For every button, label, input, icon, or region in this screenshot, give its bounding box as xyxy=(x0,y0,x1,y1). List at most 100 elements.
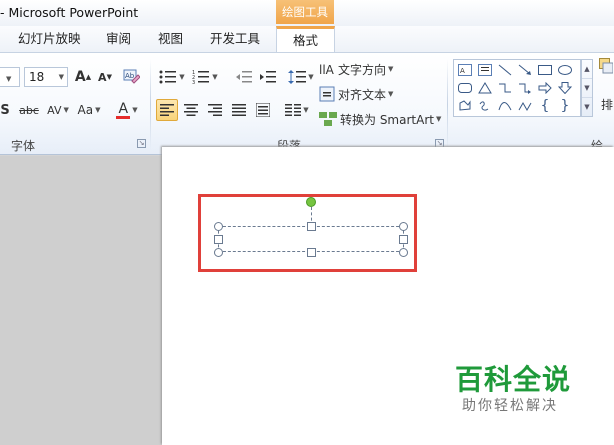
align-text-button[interactable]: 对齐文本 ▼ xyxy=(318,83,400,105)
caret-up-icon: ▲ xyxy=(85,73,92,81)
tab-view[interactable]: 视图 xyxy=(158,30,183,52)
clear-formatting-button[interactable]: Ab xyxy=(120,66,142,88)
chevron-down-icon: ▼ xyxy=(388,90,394,98)
align-center-icon xyxy=(184,104,198,116)
resize-handle-top-right[interactable] xyxy=(399,222,408,231)
tab-format[interactable]: 格式 xyxy=(276,26,336,53)
font-color-icon: A xyxy=(116,102,131,119)
align-left-button[interactable] xyxy=(156,99,178,121)
resize-handle-bottom[interactable] xyxy=(307,248,316,257)
rounded-rectangle-shape-icon[interactable] xyxy=(456,80,474,96)
scroll-up-icon[interactable]: ▲ xyxy=(582,60,592,79)
columns-button[interactable]: ▼ xyxy=(283,99,311,121)
distributed-icon xyxy=(256,103,270,117)
tab-developer[interactable]: 开发工具 xyxy=(210,30,260,52)
shadow-button[interactable]: S xyxy=(0,99,12,121)
right-arrow-shape-icon[interactable] xyxy=(536,80,554,96)
elbow-connector-shape-icon[interactable] xyxy=(496,80,514,96)
vertical-textbox-shape-icon[interactable] xyxy=(476,62,494,78)
convert-to-smartart-button[interactable]: 转换为 SmartArt ▼ xyxy=(318,108,444,130)
curve-shape-icon[interactable] xyxy=(496,98,514,114)
ribbon: ▼ 18 ▼ A ▲ A ▼ Ab S abc AV ▼ Aa ▼ A ▼ 字体 ↘ ▼… xyxy=(0,52,614,170)
shapes-gallery[interactable]: A { } xyxy=(453,59,581,117)
arrange-label: 排 xyxy=(601,97,614,112)
font-dialog-launcher[interactable]: ↘ xyxy=(137,139,146,148)
font-color-button[interactable]: A ▼ xyxy=(112,99,142,121)
freeform-shape-icon[interactable] xyxy=(456,98,474,114)
line-spacing-button[interactable]: ▼ xyxy=(287,66,315,88)
text-direction-icon: llA xyxy=(319,63,335,77)
right-brace-shape-icon[interactable]: } xyxy=(556,98,574,114)
watermark-tagline: 助你轻松解决 xyxy=(462,398,558,414)
arrow-line-shape-icon[interactable] xyxy=(516,62,534,78)
font-size-value: 18 xyxy=(29,70,45,84)
elbow-arrow-connector-shape-icon[interactable] xyxy=(516,80,534,96)
strikethrough-button[interactable]: abc xyxy=(16,99,42,121)
columns-icon xyxy=(285,104,302,116)
chevron-down-icon: ▼ xyxy=(308,73,314,81)
align-text-icon xyxy=(319,86,335,102)
shapes-gallery-scroll[interactable]: ▲ ▼ ▼ xyxy=(581,59,593,117)
resize-handle-top[interactable] xyxy=(307,222,316,231)
scribble-shape-icon[interactable] xyxy=(476,98,494,114)
align-right-button[interactable] xyxy=(204,99,226,121)
svg-text:llA: llA xyxy=(319,63,335,77)
group-divider xyxy=(447,59,448,151)
smartart-icon xyxy=(319,112,337,126)
arrange-button[interactable]: 排 xyxy=(600,93,614,115)
text-direction-button[interactable]: llA 文字方向 ▼ xyxy=(318,58,400,80)
svg-text:A: A xyxy=(460,67,465,75)
triangle-shape-icon[interactable] xyxy=(476,80,494,96)
arrange-shapes-icon xyxy=(599,58,613,74)
watermark-logo-text: 百科全说 xyxy=(455,363,572,396)
text-direction-label: 文字方向 xyxy=(338,62,387,77)
change-case-label: Aa xyxy=(77,103,94,117)
resize-handle-bottom-left[interactable] xyxy=(214,248,223,257)
decrease-indent-button[interactable] xyxy=(233,66,255,88)
arc-shape-icon[interactable] xyxy=(516,98,534,114)
line-shape-icon[interactable] xyxy=(496,62,514,78)
chevron-down-icon: ▼ xyxy=(388,65,394,73)
font-name-dropdown[interactable]: ▼ xyxy=(0,67,20,87)
rectangle-shape-icon[interactable] xyxy=(536,62,554,78)
bullets-button[interactable]: ▼ xyxy=(157,66,187,88)
justify-button[interactable] xyxy=(228,99,250,121)
textbox-shape-icon[interactable]: A xyxy=(456,62,474,78)
numbering-button[interactable]: 1 2 3 ▼ xyxy=(190,66,220,88)
font-color-bar xyxy=(116,115,131,119)
character-spacing-button[interactable]: AV ▼ xyxy=(44,99,72,121)
change-case-button[interactable]: Aa ▼ xyxy=(74,99,104,121)
arrange-icon[interactable] xyxy=(598,57,614,75)
oval-shape-icon[interactable] xyxy=(556,62,574,78)
down-arrow-shape-icon[interactable] xyxy=(556,80,574,96)
font-size-dropdown[interactable]: 18 ▼ xyxy=(24,67,68,87)
resize-handle-bottom-right[interactable] xyxy=(399,248,408,257)
svg-text:Ab: Ab xyxy=(125,72,135,80)
char-spacing-label: AV xyxy=(47,103,62,117)
shrink-font-button[interactable]: A ▼ xyxy=(95,66,115,88)
align-left-icon xyxy=(160,104,174,116)
chevron-down-icon: ▼ xyxy=(58,73,64,81)
chevron-down-icon: ▼ xyxy=(6,75,12,83)
resize-handle-right[interactable] xyxy=(399,235,408,244)
scroll-down-icon[interactable]: ▼ xyxy=(582,79,592,98)
tab-slideshow[interactable]: 幻灯片放映 xyxy=(18,30,81,52)
gallery-more-icon[interactable]: ▼ xyxy=(582,98,592,117)
left-brace-shape-icon[interactable]: { xyxy=(536,98,554,114)
ribbon-tabs: 幻灯片放映 审阅 视图 开发工具 格式 xyxy=(0,26,614,53)
shrink-font-icon: A xyxy=(98,70,107,84)
numbering-icon: 123 xyxy=(192,70,210,84)
distributed-button[interactable] xyxy=(252,99,274,121)
caret-down-icon: ▼ xyxy=(106,73,112,81)
tab-review[interactable]: 审阅 xyxy=(106,30,131,52)
grow-font-button[interactable]: A ▲ xyxy=(72,66,94,88)
rotate-handle[interactable] xyxy=(306,197,316,207)
align-center-button[interactable] xyxy=(180,99,202,121)
resize-handle-left[interactable] xyxy=(214,235,223,244)
increase-indent-button[interactable] xyxy=(257,66,279,88)
group-divider xyxy=(150,59,151,151)
justify-icon xyxy=(232,104,246,116)
grow-font-icon: A xyxy=(74,69,86,85)
resize-handle-top-left[interactable] xyxy=(214,222,223,231)
decrease-indent-icon xyxy=(236,71,252,83)
